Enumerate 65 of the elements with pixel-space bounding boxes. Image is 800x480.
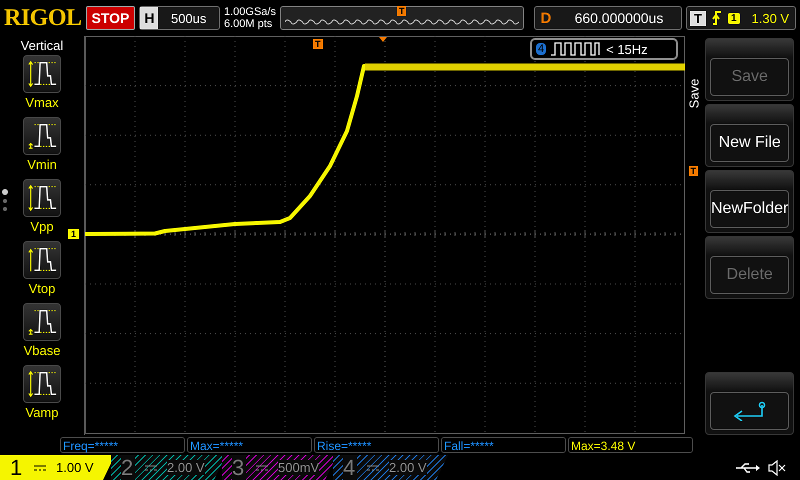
pulse-train-icon [551, 42, 602, 56]
dc-coupling-icon [145, 464, 157, 470]
measurement-readout: Max=***** [187, 437, 312, 453]
delay-box[interactable]: D 660.000000us [534, 6, 682, 30]
measure-label: Vpp [30, 219, 54, 234]
channel-number: 4 [343, 454, 357, 480]
trigger-source-badge: 4 [536, 43, 546, 55]
channel-scale: 1.00 V [56, 460, 94, 475]
channel-scale: 500mV [278, 460, 320, 475]
memory-waveform-icon [284, 18, 519, 26]
run-state-indicator[interactable]: STOP [86, 6, 136, 30]
trigger-position-marker: T [313, 39, 322, 49]
measure-button[interactable] [23, 241, 61, 279]
softkey-button[interactable]: NewFolder [710, 190, 790, 228]
measure-label: Vbase [24, 343, 60, 358]
brand-logo: RIGOL [4, 4, 82, 32]
horizontal-label: H [140, 7, 158, 29]
trigger-position-pointer [379, 37, 387, 42]
channel-tab[interactable]: 4 2.00 V [333, 455, 448, 480]
measurement-readout: Rise=***** [314, 437, 439, 453]
trigger-source: 1 [728, 12, 740, 24]
usb-icon [736, 462, 760, 474]
measurement-readout: Freq=***** [60, 437, 185, 453]
back-button[interactable] [710, 392, 790, 430]
page-dot[interactable] [2, 189, 8, 195]
page-dot[interactable] [3, 199, 7, 203]
measure-label: Vmin [27, 157, 57, 172]
delay-label: D [540, 10, 552, 26]
channel-scale: 2.00 V [389, 460, 427, 475]
measure-label: Vtop [28, 281, 56, 296]
menu-title: Vertical [20, 38, 64, 53]
dc-coupling-icon [256, 464, 268, 470]
measure-button[interactable] [23, 179, 61, 217]
channel-number: 3 [232, 454, 246, 480]
dc-coupling-icon [34, 464, 46, 470]
timebase-value: 500us [170, 10, 208, 26]
rising-edge-icon [712, 10, 722, 26]
return-arrow-icon [732, 401, 768, 421]
channel-scale: 2.00 V [167, 460, 205, 475]
dc-coupling-icon [367, 464, 379, 470]
sample-rate: 1.00GSa/s [224, 6, 276, 18]
measurement-readout: Fall=***** [441, 437, 566, 453]
channel-number: 2 [121, 454, 135, 480]
page-dot[interactable] [3, 207, 7, 211]
horizontal-scale-box[interactable]: H 500us [139, 6, 220, 30]
measure-label: Vmax [25, 95, 59, 110]
softkey-button[interactable]: New File [710, 124, 790, 162]
trigger-label: T [690, 10, 706, 26]
measure-button[interactable] [23, 117, 61, 155]
trigger-condition: < 15Hz [606, 42, 648, 56]
memory-depth: 6.00M pts [224, 18, 274, 30]
channel-number: 1 [10, 454, 24, 480]
delay-value: 660.000000us [574, 10, 664, 26]
speaker-muted-icon [768, 460, 786, 476]
trigger-box[interactable]: T 1 1.30 V [686, 6, 796, 30]
memory-trigger-marker: T [396, 6, 406, 16]
measurement-readout: Max=3.48 V [568, 437, 693, 453]
channel-offset-marker: 1 [68, 229, 80, 239]
trigger-level: 1.30 V [752, 10, 790, 26]
trigger-level-marker: T [688, 166, 698, 176]
measure-button[interactable] [23, 365, 61, 403]
measure-button[interactable] [23, 55, 61, 93]
menu-title: Save [686, 78, 702, 108]
measure-label: Vamp [26, 405, 58, 420]
measure-button[interactable] [23, 303, 61, 341]
